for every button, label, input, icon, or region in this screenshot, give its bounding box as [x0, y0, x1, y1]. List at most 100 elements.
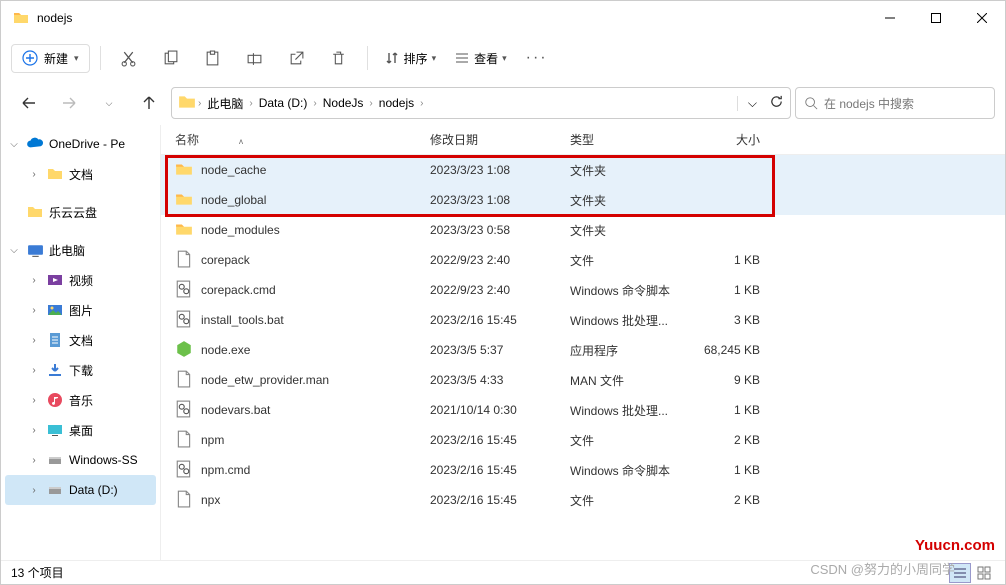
file-type: 文件 — [570, 432, 690, 449]
file-type: Windows 批处理... — [570, 402, 690, 419]
file-date: 2023/2/16 15:45 — [430, 493, 570, 507]
sidebar-item-desktop[interactable]: ›桌面 — [1, 415, 160, 445]
file-type: 文件夹 — [570, 162, 690, 179]
col-size[interactable]: 大小 — [690, 131, 760, 148]
file-icon — [175, 460, 193, 481]
recent-button[interactable]: ⌵ — [91, 85, 127, 121]
column-headers[interactable]: 名称ʌ 修改日期 类型 大小 — [161, 125, 1005, 155]
sidebar-item-video[interactable]: ›视频 — [1, 265, 160, 295]
file-type: Windows 批处理... — [570, 312, 690, 329]
sidebar-item-onedrive[interactable]: ⌵OneDrive - Pe — [1, 129, 160, 159]
file-icon — [175, 160, 193, 181]
watermark: Yuucn.com — [915, 537, 995, 554]
file-type: Windows 命令脚本 — [570, 282, 690, 299]
sidebar-item-music[interactable]: ›音乐 — [1, 385, 160, 415]
file-date: 2023/2/16 15:45 — [430, 433, 570, 447]
copy-button[interactable] — [153, 40, 189, 76]
sort-button[interactable]: 排序 ▾ — [378, 50, 443, 67]
chevron-right-icon: › — [198, 98, 201, 109]
nav-row: ⌵ › 此电脑 › Data (D:) › NodeJs › nodejs › … — [1, 81, 1005, 125]
bc-seg[interactable]: NodeJs — [319, 94, 368, 112]
file-size: 9 KB — [690, 373, 760, 387]
sidebar-item-downloads[interactable]: ›下载 — [1, 355, 160, 385]
bc-seg[interactable]: 此电脑 — [203, 93, 247, 114]
delete-button[interactable] — [321, 40, 357, 76]
paste-button[interactable] — [195, 40, 231, 76]
file-row[interactable]: install_tools.bat2023/2/16 15:45Windows … — [161, 305, 1005, 335]
file-size: 68,245 KB — [690, 343, 760, 357]
sidebar-item-docs[interactable]: ›文档 — [1, 159, 160, 189]
col-date[interactable]: 修改日期 — [430, 131, 570, 148]
maximize-button[interactable] — [913, 1, 959, 35]
search-placeholder: 在 nodejs 中搜索 — [824, 95, 914, 112]
sidebar-item-thispc[interactable]: ⌵此电脑 — [1, 235, 160, 265]
file-icon — [175, 340, 193, 361]
share-button[interactable] — [279, 40, 315, 76]
view-button[interactable]: 查看 ▾ — [448, 50, 513, 67]
file-row[interactable]: node.exe2023/3/5 5:37应用程序68,245 KB — [161, 335, 1005, 365]
file-row[interactable]: node_global 2023/3/23 1:08文件夹 — [161, 185, 1005, 215]
file-size: 1 KB — [690, 403, 760, 417]
file-row[interactable]: npm2023/2/16 15:45文件2 KB — [161, 425, 1005, 455]
file-size: 2 KB — [690, 493, 760, 507]
file-size: 1 KB — [690, 253, 760, 267]
sidebar-item-pictures[interactable]: ›图片 — [1, 295, 160, 325]
new-button[interactable]: 新建 ▾ — [11, 44, 90, 73]
more-button[interactable]: ··· — [519, 40, 555, 76]
file-date: 2023/3/23 1:08 — [430, 193, 570, 207]
file-type: MAN 文件 — [570, 372, 690, 389]
file-row[interactable]: corepack.cmd2022/9/23 2:40Windows 命令脚本1 … — [161, 275, 1005, 305]
file-type: 文件 — [570, 492, 690, 509]
file-icon — [175, 250, 193, 271]
icons-view-button[interactable] — [973, 563, 995, 583]
view-label: 查看 — [474, 50, 498, 67]
file-date: 2023/3/5 4:33 — [430, 373, 570, 387]
chevron-right-icon: › — [313, 98, 316, 109]
file-icon — [175, 370, 193, 391]
file-icon — [175, 490, 193, 511]
sidebar-item-datad[interactable]: ›Data (D:) — [5, 475, 156, 505]
sidebar-item-winss[interactable]: ›Windows-SS — [1, 445, 160, 475]
new-label: 新建 — [44, 50, 68, 67]
file-row[interactable]: node_etw_provider.man2023/3/5 4:33MAN 文件… — [161, 365, 1005, 395]
col-name[interactable]: 名称 — [175, 133, 199, 147]
search-input[interactable]: 在 nodejs 中搜索 — [795, 87, 995, 119]
bc-seg[interactable]: Data (D:) — [255, 94, 312, 112]
file-row[interactable]: node_modules2023/3/23 0:58文件夹 — [161, 215, 1005, 245]
breadcrumb[interactable]: › 此电脑 › Data (D:) › NodeJs › nodejs › ⌵ — [171, 87, 791, 119]
file-row[interactable]: node_cache2023/3/23 1:08文件夹 — [161, 155, 1005, 185]
chevron-down-icon: ▾ — [502, 53, 507, 64]
sidebar-item-docs2[interactable]: ›文档 — [1, 325, 160, 355]
sidebar: ⌵OneDrive - Pe ›文档 乐云云盘 ⌵此电脑 ›视频 ›图片 ›文档… — [1, 125, 161, 560]
window-title: nodejs — [37, 11, 867, 25]
refresh-button[interactable] — [769, 94, 784, 112]
sidebar-item-leyun[interactable]: 乐云云盘 — [1, 197, 160, 227]
back-button[interactable] — [11, 85, 47, 121]
watermark: CSDN @努力的小周同学 — [810, 559, 955, 578]
file-row[interactable]: corepack2022/9/23 2:40文件1 KB — [161, 245, 1005, 275]
file-row[interactable]: nodevars.bat2021/10/14 0:30Windows 批处理..… — [161, 395, 1005, 425]
file-icon — [175, 430, 193, 451]
file-row[interactable]: npm.cmd2023/2/16 15:45Windows 命令脚本1 KB — [161, 455, 1005, 485]
item-count: 13 个项目 — [11, 564, 64, 581]
chevron-right-icon: › — [420, 98, 423, 109]
close-button[interactable] — [959, 1, 1005, 35]
file-row[interactable]: npx2023/2/16 15:45文件2 KB — [161, 485, 1005, 515]
minimize-button[interactable] — [867, 1, 913, 35]
file-name: node_global — [201, 193, 266, 207]
file-date: 2022/9/23 2:40 — [430, 283, 570, 297]
file-icon — [175, 190, 193, 211]
col-type[interactable]: 类型 — [570, 131, 690, 148]
file-type: Windows 命令脚本 — [570, 462, 690, 479]
file-type: 文件夹 — [570, 192, 690, 209]
file-name: install_tools.bat — [201, 313, 284, 327]
dropdown-icon[interactable]: ⌵ — [737, 96, 767, 111]
rename-button[interactable] — [237, 40, 273, 76]
file-name: node_cache — [201, 163, 266, 177]
chevron-down-icon: ▾ — [432, 53, 437, 64]
cut-button[interactable] — [111, 40, 147, 76]
bc-seg[interactable]: nodejs — [375, 94, 418, 112]
up-button[interactable] — [131, 85, 167, 121]
forward-button[interactable] — [51, 85, 87, 121]
file-date: 2022/9/23 2:40 — [430, 253, 570, 267]
